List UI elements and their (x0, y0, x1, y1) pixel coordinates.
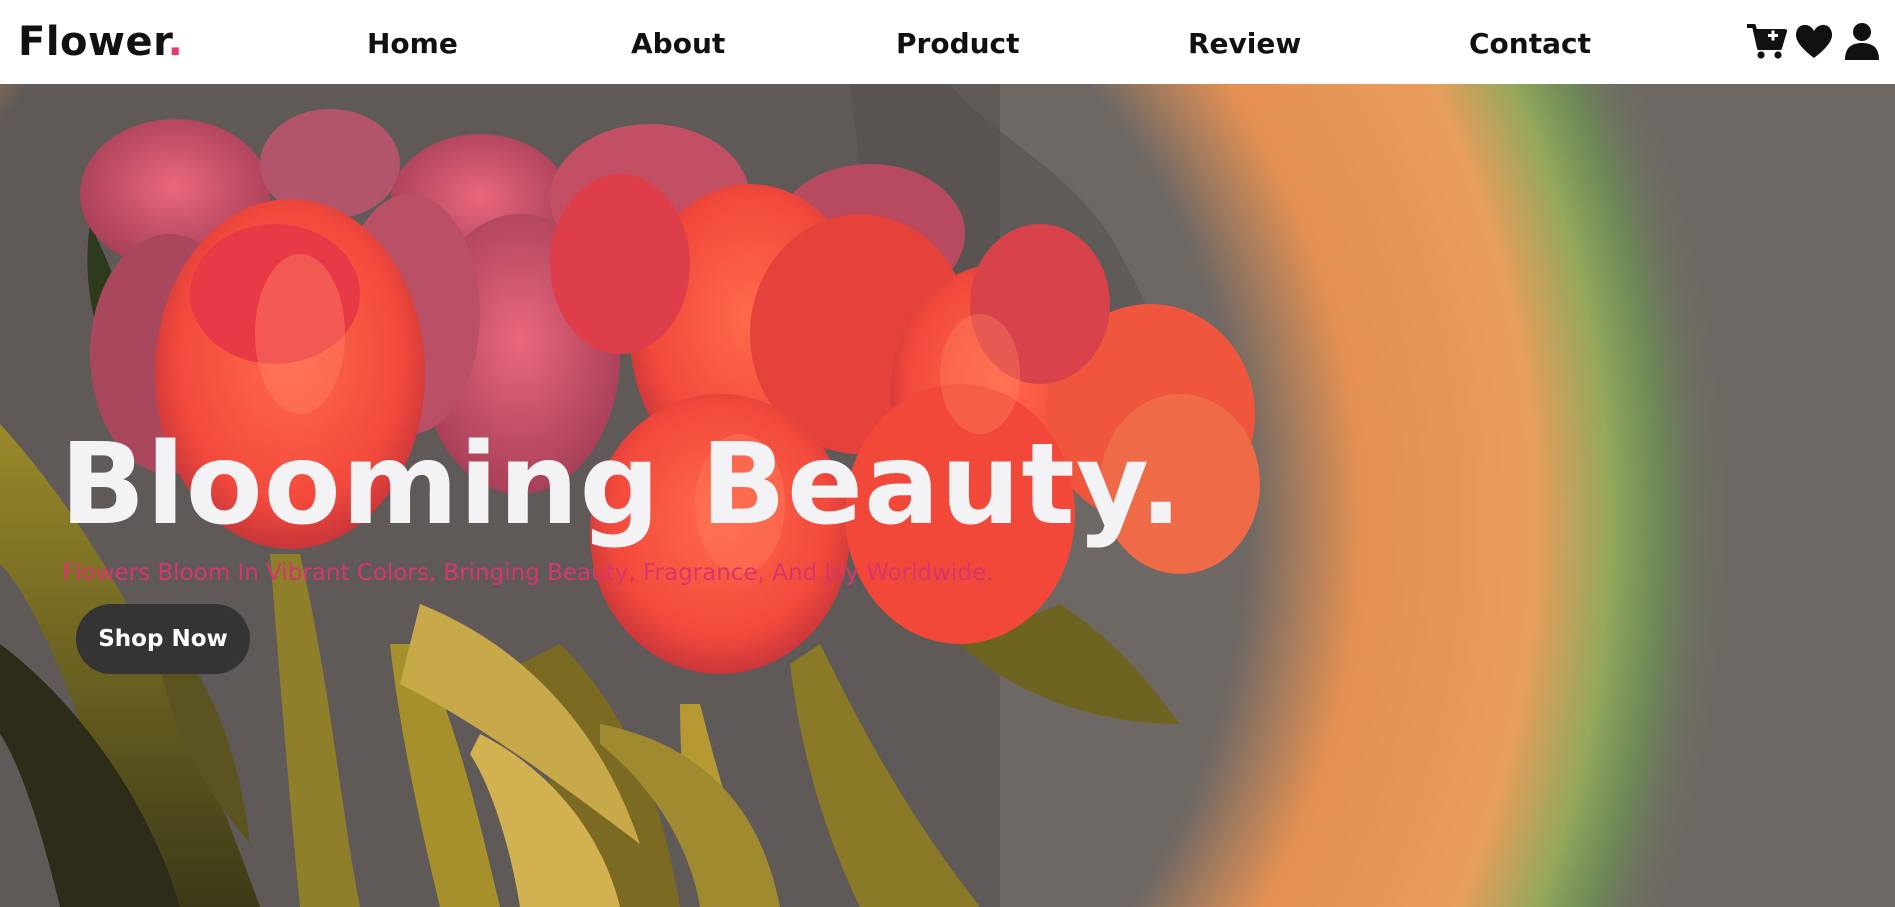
heart-icon[interactable] (1793, 20, 1835, 62)
user-icon[interactable] (1841, 20, 1883, 62)
hero-title: Blooming Beauty. (60, 420, 1184, 550)
hero-section: Blooming Beauty. Flowers Bloom In Vibran… (0, 84, 1895, 907)
nav-link-contact[interactable]: Contact (1469, 26, 1591, 62)
brand-dot: . (167, 19, 184, 65)
nav-icons (1745, 20, 1883, 62)
brand-name: Flower (18, 19, 168, 65)
brand-logo[interactable]: Flower. (18, 18, 183, 66)
nav-link-product[interactable]: Product (896, 26, 1020, 62)
hero-subtitle: Flowers Bloom In Vibrant Colors, Bringin… (62, 560, 994, 586)
shop-now-button[interactable]: Shop Now (76, 604, 250, 674)
nav-link-review[interactable]: Review (1188, 26, 1301, 62)
cart-plus-icon[interactable] (1745, 20, 1787, 62)
nav-link-home[interactable]: Home (367, 26, 458, 62)
nav-link-about[interactable]: About (631, 26, 725, 62)
navbar: Flower. Home About Product Review Contac… (0, 0, 1895, 84)
